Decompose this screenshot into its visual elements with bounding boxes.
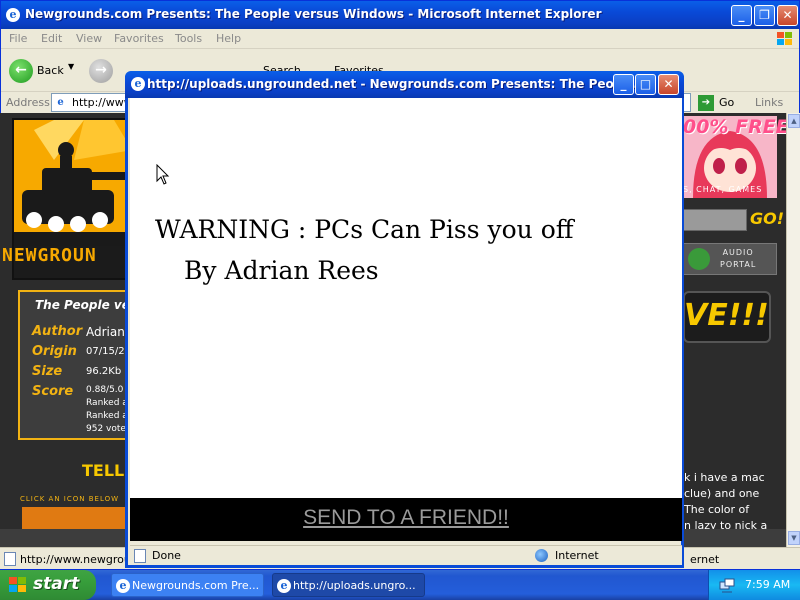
taskbar-ie-icon: e [277, 579, 291, 593]
windows-logo-icon [9, 577, 26, 592]
address-label: Address [6, 96, 50, 109]
minimize-button[interactable]: _ [731, 5, 752, 26]
vote-count: 952 vote [86, 424, 126, 434]
popup-status-done: Done [152, 549, 181, 562]
back-button-label[interactable]: Back [37, 64, 64, 77]
site-search-go-button[interactable]: GO! [750, 209, 784, 228]
author-key: Author [32, 324, 83, 339]
comment-line-3: The color of [684, 503, 750, 516]
back-arrow-icon[interactable]: ← [9, 59, 33, 83]
popup-content: WARNING : PCs Can Piss you off By Adrian… [130, 98, 682, 498]
go-button[interactable]: Go [719, 96, 734, 109]
close-button[interactable]: ✕ [777, 5, 798, 26]
scroll-down-arrow-icon[interactable]: ▼ [788, 531, 800, 545]
main-status-url: http://www.newgrou [20, 553, 131, 566]
ie-icon: e [6, 8, 20, 22]
taskbar-item-label: Newgrounds.com Pre... [132, 579, 260, 592]
popup-browser-window: e http://uploads.ungrounded.net - Newgro… [125, 71, 684, 568]
size-key: Size [32, 364, 63, 379]
audio-portal-line-2: PORTAL [720, 260, 757, 269]
ranked-line-1: Ranked a [86, 398, 128, 408]
popup-ie-icon: e [131, 77, 145, 91]
speaker-icon [688, 248, 710, 270]
tank-icon [14, 120, 128, 246]
popup-minimize-button[interactable]: _ [613, 74, 634, 95]
origin-key: Origin [32, 344, 77, 359]
main-titlebar[interactable]: e Newgrounds.com Presents: The People ve… [1, 1, 799, 29]
maximize-button[interactable]: ❐ [754, 5, 775, 26]
mouse-cursor-icon [156, 164, 170, 185]
tell-heading: TELL [82, 461, 125, 480]
send-to-friend-bar: SEND TO A FRIEND!! [130, 498, 682, 541]
popup-status-zone: Internet [555, 549, 599, 562]
score-value: 0.88/5.0 [86, 385, 124, 395]
taskbar-ie-icon: e [116, 579, 130, 593]
scroll-up-arrow-icon[interactable]: ▲ [788, 114, 800, 128]
ad-free-text: 00% FREE! [683, 116, 786, 138]
menu-file[interactable]: File [9, 32, 27, 45]
taskbar-item-label: http://uploads.ungro... [293, 579, 416, 592]
audio-portal-label: AUDIO PORTAL [720, 247, 756, 271]
comment-line-1: k i have a mac [684, 471, 765, 484]
size-value: 96.2Kb [86, 366, 122, 377]
windows-flag-icon [777, 32, 792, 45]
click-icon-instruction: CLICK AN ICON BELOW [20, 495, 120, 503]
status-page-icon [4, 552, 16, 566]
menu-bar: File Edit View Favorites Tools Help [1, 29, 799, 49]
menu-view[interactable]: View [76, 32, 102, 45]
internet-zone-icon [535, 549, 548, 562]
menu-help[interactable]: Help [216, 32, 241, 45]
send-to-friend-link[interactable]: SEND TO A FRIEND!! [130, 506, 682, 530]
clock[interactable]: 7:59 AM [745, 578, 790, 591]
popup-maximize-button[interactable]: □ [635, 74, 656, 95]
newgrounds-logo-text: NEWGROUN [2, 245, 97, 266]
main-window-title: Newgrounds.com Presents: The People vers… [25, 7, 602, 21]
page-icon: e [54, 96, 67, 109]
address-url: http://www [72, 96, 133, 109]
network-icon[interactable] [719, 577, 735, 593]
vertical-scrollbar[interactable]: ▲ ▼ [786, 113, 800, 547]
comment-line-2: clue) and one [684, 487, 760, 500]
menu-edit[interactable]: Edit [41, 32, 62, 45]
popup-status-bar: Done Internet [130, 545, 682, 565]
forward-arrow-icon[interactable]: → [89, 59, 113, 83]
popup-status-page-icon [134, 549, 146, 563]
author-value[interactable]: Adrian [86, 325, 125, 339]
taskbar-item-newgrounds[interactable]: e Newgrounds.com Pre... [111, 573, 264, 597]
taskbar-item-uploads[interactable]: e http://uploads.ungro... [272, 573, 425, 597]
system-tray: 7:59 AM [708, 570, 800, 600]
score-key: Score [32, 384, 74, 399]
ranked-line-2: Ranked a [86, 411, 128, 421]
start-button[interactable]: start [0, 570, 96, 600]
menu-favorites[interactable]: Favorites [114, 32, 164, 45]
back-dropdown-icon[interactable]: ▼ [68, 62, 74, 71]
warning-heading: WARNING : PCs Can Piss you off [155, 215, 574, 244]
author-byline: By Adrian Rees [184, 256, 379, 285]
taskbar: start e Newgrounds.com Pre... e http://u… [0, 570, 800, 600]
popup-close-button[interactable]: ✕ [658, 74, 679, 95]
menu-tools[interactable]: Tools [175, 32, 202, 45]
audio-portal-line-1: AUDIO [722, 248, 754, 257]
ad-subtitle: S, CHAT, GAMES [683, 185, 763, 194]
main-status-zone: ernet [690, 553, 720, 566]
go-arrow-icon[interactable]: ➔ [698, 95, 714, 111]
live-banner-text: VE!!! [684, 298, 769, 333]
popup-window-title: http://uploads.ungrounded.net - Newgroun… [147, 77, 641, 91]
start-label: start [33, 574, 80, 594]
site-search-input[interactable] [683, 209, 747, 231]
links-button[interactable]: Links [755, 96, 783, 109]
popup-titlebar[interactable]: e http://uploads.ungrounded.net - Newgro… [125, 71, 684, 98]
movie-title: The People ve [35, 298, 130, 312]
